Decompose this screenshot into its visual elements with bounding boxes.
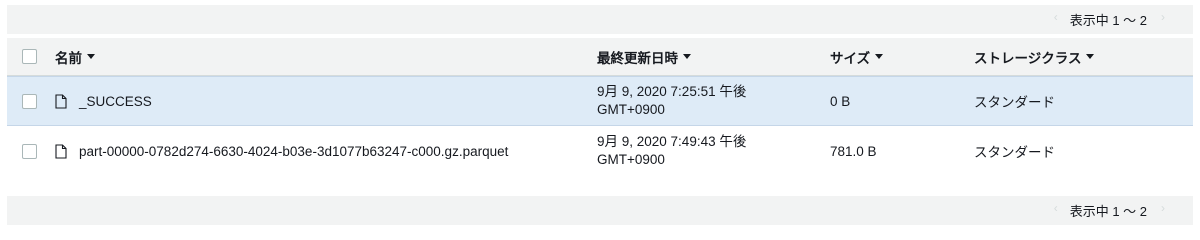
pagination-top: ‹ 表示中 1 ～ 2 ›	[7, 5, 1193, 34]
chevron-left-icon[interactable]: ‹	[1054, 201, 1058, 215]
column-header-last-modified[interactable]: 最終更新日時	[597, 38, 691, 75]
last-modified-cell: 9月 9, 2020 7:25:51 午後 GMT+0900	[597, 84, 747, 117]
select-all-checkbox[interactable]	[22, 49, 37, 64]
chevron-left-icon[interactable]: ‹	[1054, 10, 1058, 24]
table-header: 名前 最終更新日時 サイズ ストレージクラス	[7, 38, 1193, 76]
pagination-label: ‹ 表示中 1 ～ 2 ›	[1053, 10, 1165, 28]
chevron-right-icon[interactable]: ›	[1161, 201, 1165, 215]
table-row[interactable]: part-00000-0782d274-6630-4024-b03e-3d107…	[7, 126, 1193, 176]
file-icon	[55, 143, 67, 159]
sort-caret-icon	[1086, 54, 1095, 59]
column-header-storage-class[interactable]: ストレージクラス	[974, 38, 1095, 75]
select-all-cell	[22, 38, 37, 75]
sort-caret-icon	[87, 54, 95, 59]
size-cell: 781.0 B	[830, 143, 877, 159]
pagination-bottom: ‹ 表示中 1 ～ 2 ›	[7, 196, 1193, 225]
file-icon	[55, 93, 67, 109]
row-checkbox[interactable]	[22, 143, 37, 159]
objects-table: 名前 最終更新日時 サイズ ストレージクラス _SUCCESS 9月 9, 20…	[7, 38, 1193, 176]
file-name-link[interactable]: _SUCCESS	[79, 94, 152, 109]
sort-caret-icon	[875, 54, 884, 59]
storage-class-cell: スタンダード	[974, 95, 1055, 110]
file-name-cell: part-00000-0782d274-6630-4024-b03e-3d107…	[55, 126, 508, 176]
chevron-right-icon[interactable]: ›	[1161, 10, 1165, 24]
column-header-name[interactable]: 名前	[55, 38, 95, 75]
column-header-size[interactable]: サイズ	[830, 38, 884, 75]
file-name-cell: _SUCCESS	[55, 77, 152, 125]
size-cell: 0 B	[830, 93, 851, 109]
pagination-label: ‹ 表示中 1 ～ 2 ›	[1053, 201, 1165, 219]
file-name-link[interactable]: part-00000-0782d274-6630-4024-b03e-3d107…	[79, 144, 508, 159]
row-checkbox[interactable]	[22, 93, 37, 109]
sort-caret-icon	[683, 54, 691, 59]
storage-class-cell: スタンダード	[974, 145, 1055, 160]
last-modified-cell: 9月 9, 2020 7:49:43 午後 GMT+0900	[597, 134, 747, 167]
table-row[interactable]: _SUCCESS 9月 9, 2020 7:25:51 午後 GMT+0900 …	[7, 76, 1193, 126]
